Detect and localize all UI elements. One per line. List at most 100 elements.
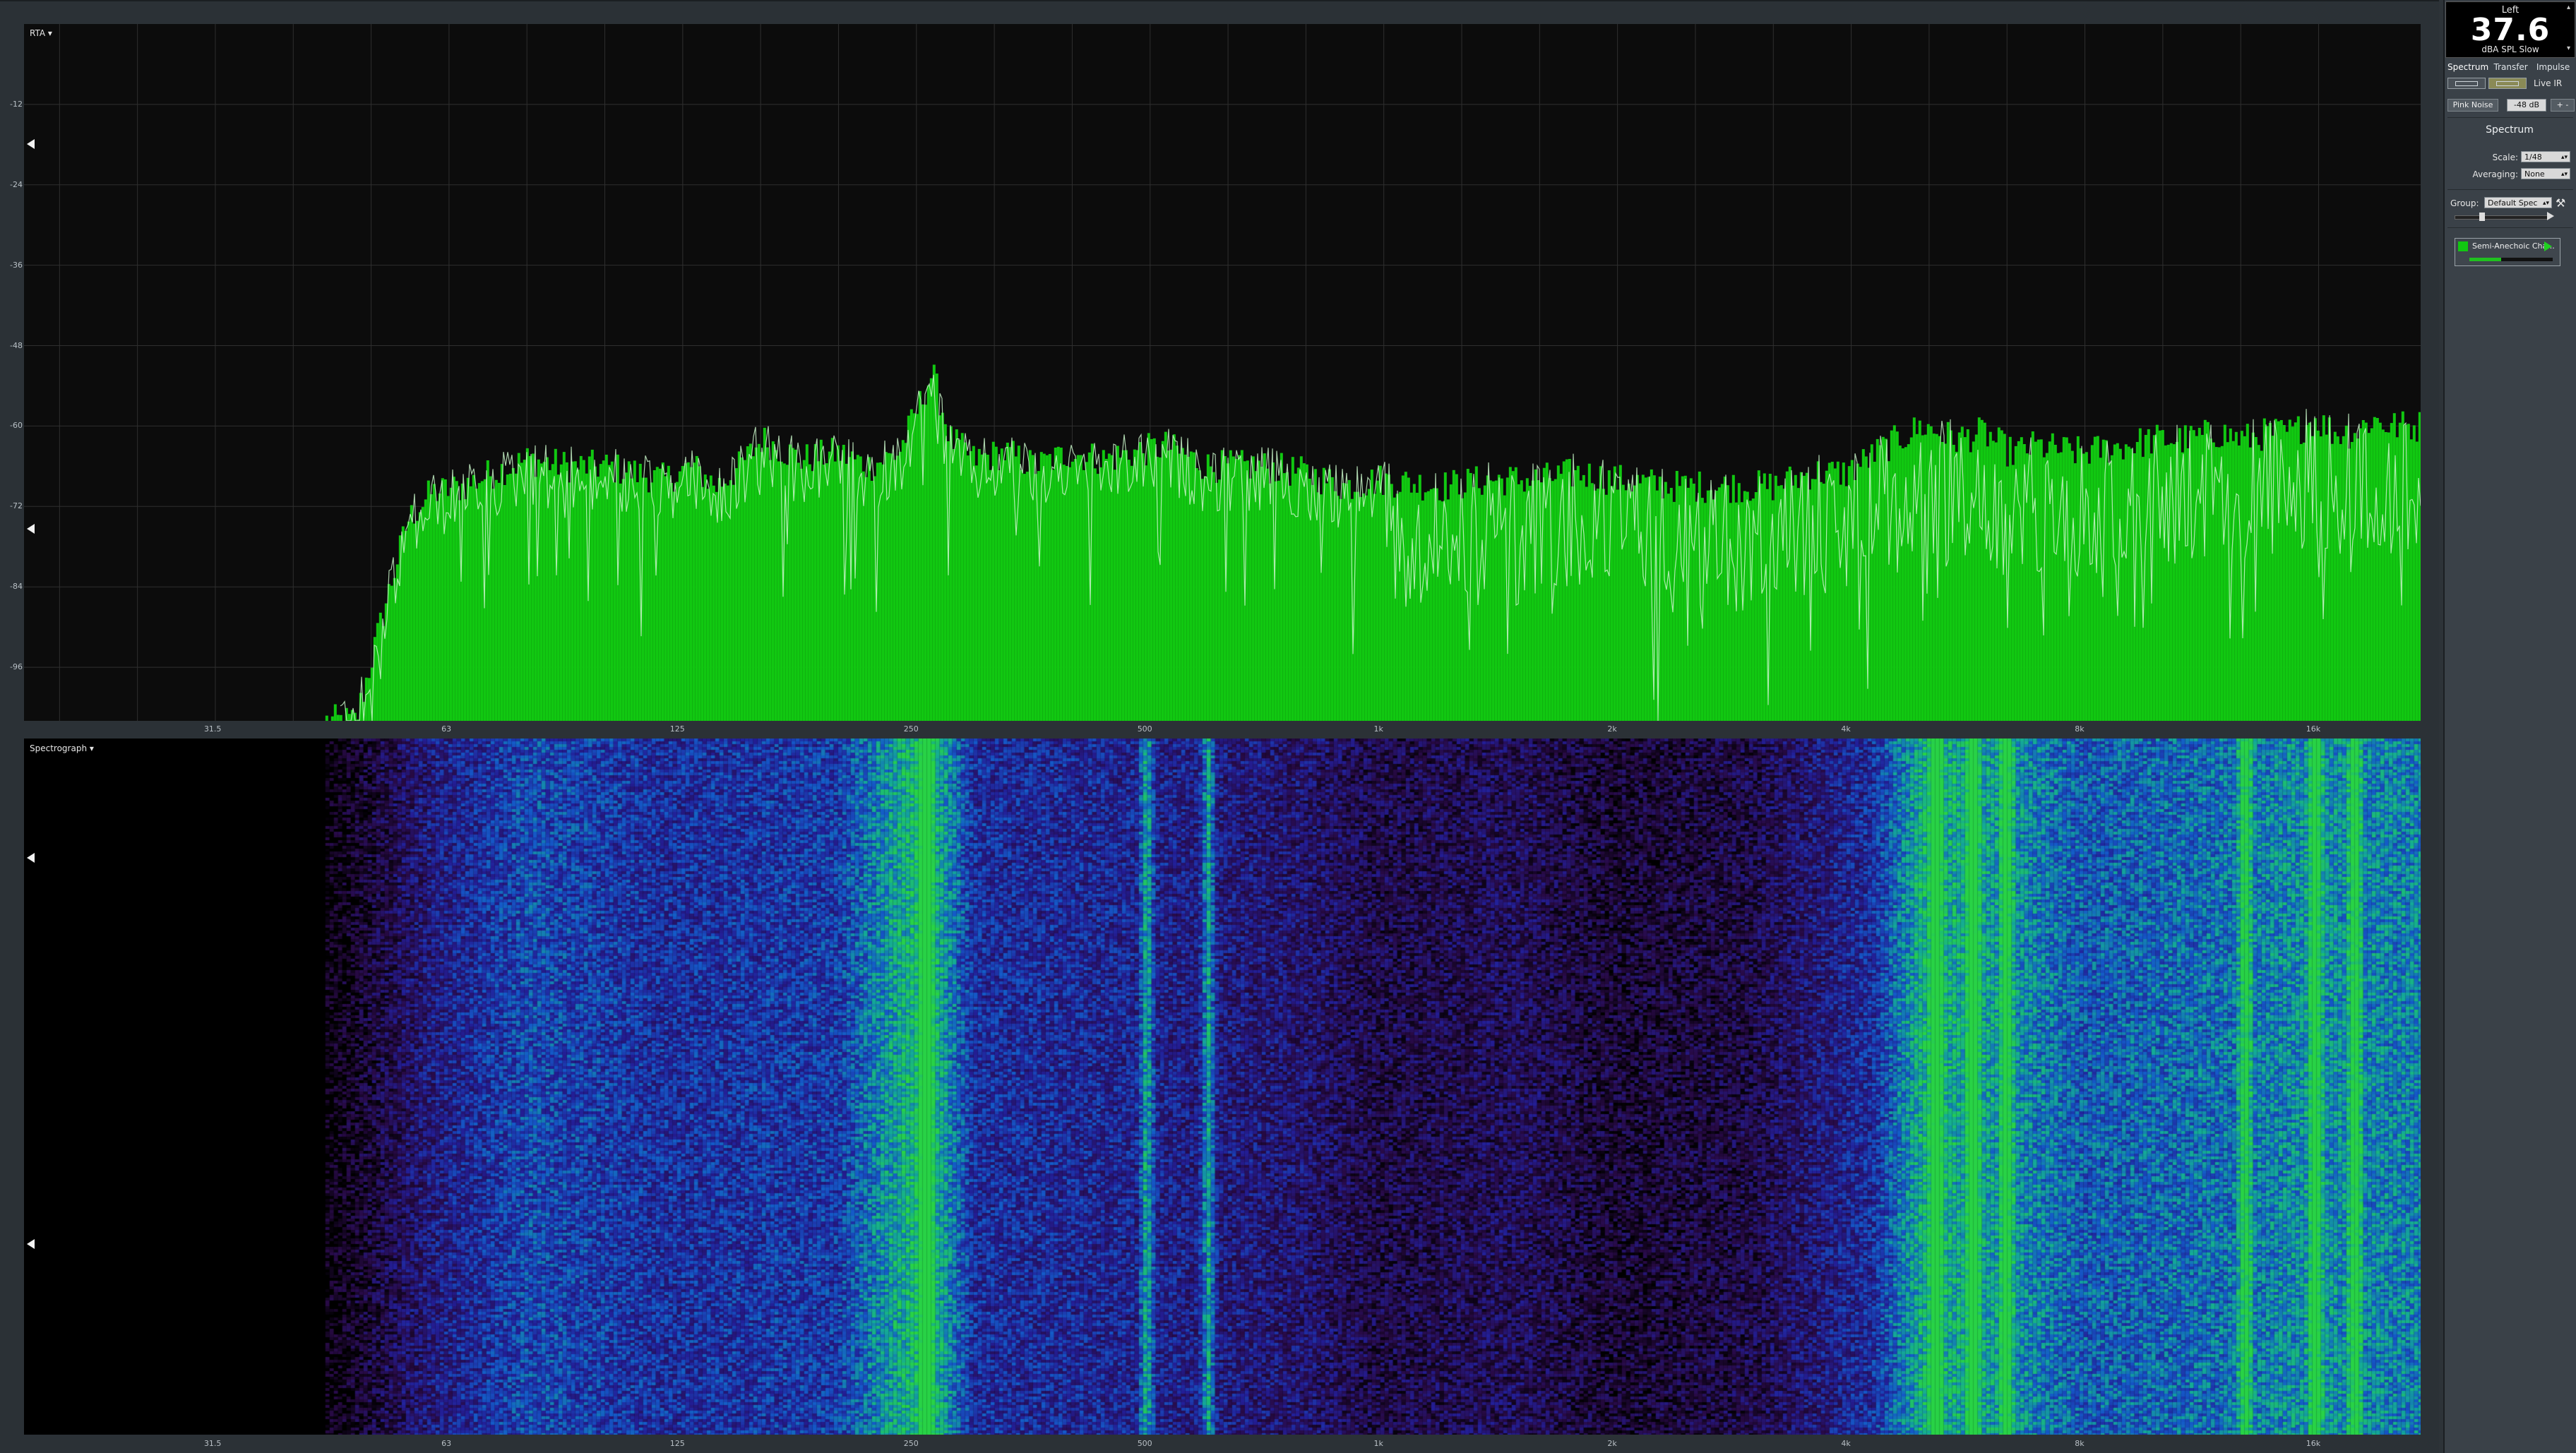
trace-level-fill xyxy=(2469,258,2501,261)
rta-bar xyxy=(1664,482,1667,721)
rta-bar xyxy=(1700,498,1704,721)
rta-bar xyxy=(924,405,927,721)
tab-spectrum[interactable]: Spectrum xyxy=(2447,62,2488,72)
x-tick-label: 1k xyxy=(1373,724,1383,734)
group-slider[interactable] xyxy=(2455,212,2554,221)
x-tick-label: 2k xyxy=(1607,724,1617,734)
rta-bar xyxy=(1282,473,1286,721)
rta-bar xyxy=(664,476,667,721)
rta-bar xyxy=(1251,456,1255,721)
rta-bar xyxy=(2231,441,2235,721)
rta-bar xyxy=(675,482,679,721)
group-select[interactable]: Default Spec ▴▾ xyxy=(2484,197,2552,208)
slider-handle[interactable] xyxy=(2479,213,2485,221)
rta-bar xyxy=(1621,484,1625,721)
rta-bar xyxy=(1328,469,1331,721)
scale-select[interactable]: 1/48 ▴▾ xyxy=(2521,151,2570,162)
rta-y-tick-label: -12 xyxy=(10,99,23,109)
spectrograph-upper-marker-handle[interactable] xyxy=(27,853,35,863)
rta-bar xyxy=(2378,422,2382,721)
meter-unit-caret-icon[interactable]: ▾ xyxy=(2567,44,2570,52)
rta-bar xyxy=(542,462,546,721)
spectrum-mode-button[interactable] xyxy=(2447,78,2486,89)
rta-bar xyxy=(497,482,501,721)
rta-bar xyxy=(966,455,970,721)
rta-bar xyxy=(2008,436,2012,721)
rta-bar xyxy=(1909,437,1913,721)
spectrograph-lower-marker-handle[interactable] xyxy=(27,1239,35,1249)
rta-bar xyxy=(1517,484,1520,721)
rta-bar xyxy=(1336,496,1340,721)
rta-bar xyxy=(2390,423,2393,721)
trace-active-icon[interactable] xyxy=(2544,241,2552,251)
spectrograph-plot[interactable] xyxy=(24,739,2421,1435)
divider xyxy=(2447,189,2573,190)
rta-bar xyxy=(607,465,611,721)
tab-impulse[interactable]: Impulse xyxy=(2533,62,2573,72)
rta-bar xyxy=(452,477,455,721)
chevron-down-icon: ▴▾ xyxy=(2560,171,2568,178)
rta-bar xyxy=(539,463,543,721)
spectrograph-heatmap xyxy=(24,739,2421,1435)
mode-selector-row: Live IR xyxy=(2447,76,2573,90)
rta-bar xyxy=(715,491,718,721)
rta-bar xyxy=(1121,450,1125,721)
spectrograph-title-dropdown[interactable]: Spectrograph ▾ xyxy=(30,743,94,753)
rta-bar xyxy=(1076,455,1080,721)
rta-bar xyxy=(2020,437,2023,721)
rta-bar xyxy=(1712,499,1715,721)
rta-bar xyxy=(960,433,964,721)
rta-bar xyxy=(2217,447,2221,721)
rta-bar xyxy=(1997,427,2000,721)
rta-bar xyxy=(751,456,755,721)
rta-bar xyxy=(989,470,992,721)
rta-bar xyxy=(765,447,769,721)
rta-bar xyxy=(1537,480,1540,721)
rta-bar xyxy=(828,451,831,721)
rta-upper-marker-handle[interactable] xyxy=(27,139,35,149)
rta-bar xyxy=(647,492,650,721)
rta-bar xyxy=(339,714,342,721)
generator-level-stepper[interactable]: + - xyxy=(2551,99,2575,112)
rta-bar xyxy=(2237,446,2241,721)
spl-meter[interactable]: ▴ Left 37.6 dBA SPL Slow ▾ xyxy=(2445,1,2575,58)
rta-bar xyxy=(630,478,633,721)
rta-bar xyxy=(537,459,540,721)
rta-plot[interactable] xyxy=(24,24,2421,721)
rta-bar xyxy=(703,474,707,721)
rta-bar xyxy=(2039,439,2043,721)
rta-title-dropdown[interactable]: RTA ▾ xyxy=(30,28,52,38)
live-ir-toggle[interactable]: Live IR xyxy=(2534,78,2562,88)
x-tick-label: 8k xyxy=(2075,1439,2085,1448)
rta-bar xyxy=(1587,463,1591,721)
transfer-mode-button[interactable] xyxy=(2488,78,2527,89)
trace-color-swatch[interactable] xyxy=(2458,241,2468,251)
rta-bar xyxy=(1630,491,1633,721)
rta-bar xyxy=(986,455,989,721)
rta-bar xyxy=(1429,489,1433,721)
x-tick-label: 4k xyxy=(1841,1439,1851,1448)
rta-bar xyxy=(1494,480,1498,721)
rta-bar xyxy=(613,482,616,721)
play-icon[interactable] xyxy=(2547,212,2554,220)
generator-level-field[interactable]: -48 dB xyxy=(2507,99,2546,112)
rta-bar xyxy=(749,443,752,721)
rta-bar xyxy=(1839,484,1842,721)
rta-lower-marker-handle[interactable] xyxy=(27,524,35,534)
rta-bar xyxy=(1260,467,1263,721)
rta-bar xyxy=(1020,470,1023,721)
rta-bar xyxy=(712,485,715,721)
rta-bar xyxy=(1520,480,1523,721)
generator-signal-button[interactable]: Pink Noise xyxy=(2447,99,2498,112)
rta-bar xyxy=(1763,473,1766,721)
scale-label: Scale: xyxy=(2492,153,2518,162)
rta-bar xyxy=(1681,476,1684,721)
trace-item[interactable]: Semi-Anechoic Cha... xyxy=(2455,238,2560,266)
tab-transfer[interactable]: Transfer xyxy=(2491,62,2531,72)
rta-bar xyxy=(1616,489,1619,721)
averaging-select[interactable]: None ▴▾ xyxy=(2521,168,2570,179)
rta-bar xyxy=(514,473,518,721)
rta-bar xyxy=(777,461,780,721)
tools-icon[interactable]: ⚒ xyxy=(2556,196,2565,210)
rta-bar xyxy=(1347,479,1351,721)
